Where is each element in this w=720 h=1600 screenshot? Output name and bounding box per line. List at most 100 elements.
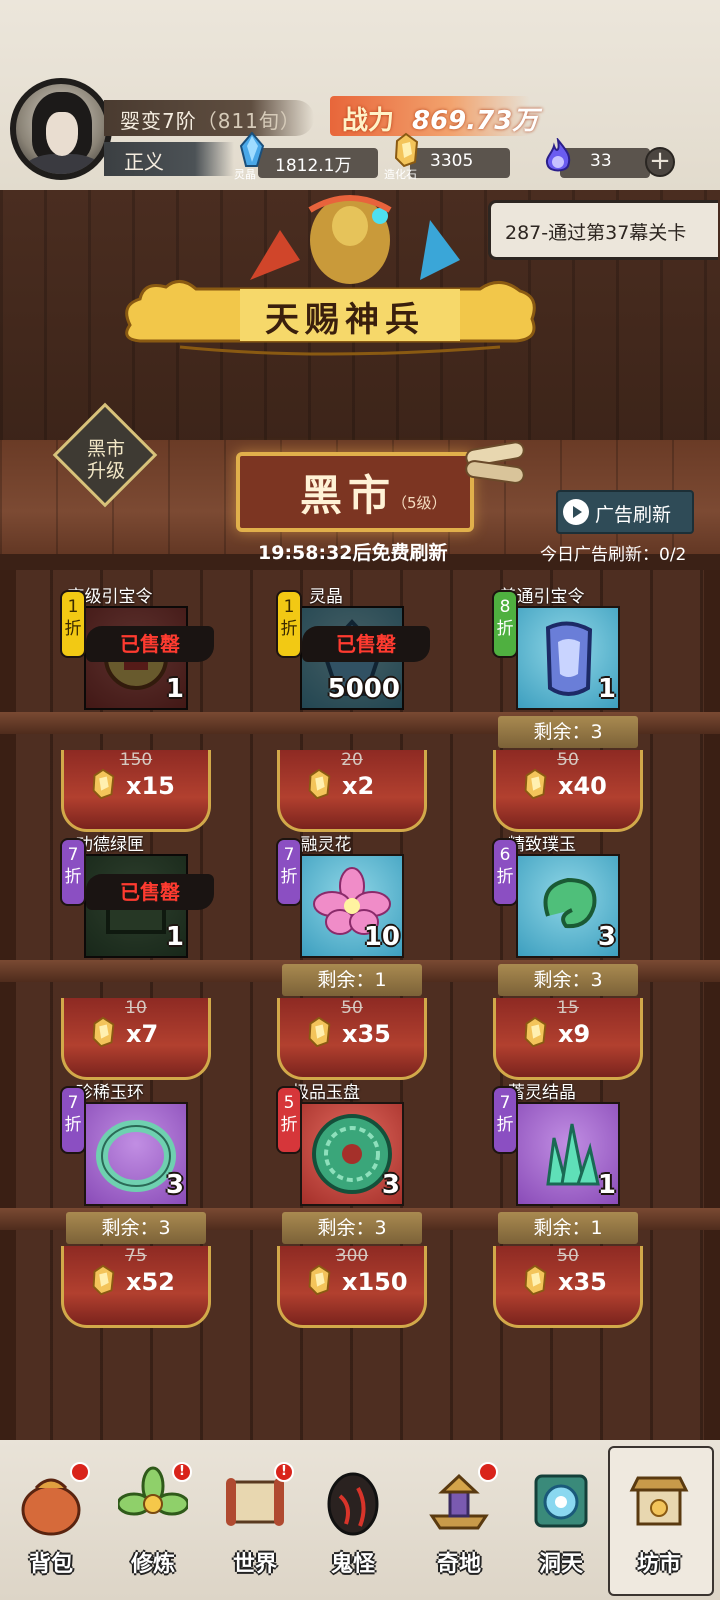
nav-label: 奇地: [436, 1551, 481, 1577]
nav-item-scroll-map[interactable]: ! 世界: [210, 1450, 300, 1590]
ad-refresh-label: 广告刷新: [595, 504, 672, 526]
remaining-stock: 剩余：3: [66, 1212, 206, 1244]
top-status-bar: 婴变7阶（811旬） 正义 战力 869.73万 灵晶 1812.1万 造化石 …: [0, 0, 720, 190]
purple-flame-value: 33: [590, 151, 612, 171]
sale-price: x35: [342, 1020, 391, 1048]
original-price: 150: [119, 750, 153, 770]
sale-price: x40: [558, 772, 607, 800]
nav-label: 洞天: [538, 1551, 583, 1577]
nav-label: 坊市: [636, 1551, 681, 1577]
quest-text: 287-通过第37幕关卡: [505, 222, 687, 244]
nav-item-lotus[interactable]: ! 修炼: [108, 1450, 198, 1590]
nav-item-portal[interactable]: 洞天: [516, 1450, 606, 1590]
item-quantity: 10: [363, 922, 400, 952]
sale-price: x2: [342, 772, 375, 800]
sold-out-label: 已售罄: [86, 626, 214, 662]
black-market-title: 黑市: [300, 471, 397, 520]
original-price: 50: [341, 998, 363, 1018]
play-icon: [563, 499, 589, 525]
combat-power-label: 战力: [342, 106, 395, 136]
sale-price: x15: [126, 772, 175, 800]
portal-icon: [534, 1474, 588, 1528]
original-price: 10: [125, 998, 147, 1018]
player-realm: 婴变7阶（811旬）: [120, 109, 301, 133]
original-price: 50: [557, 1246, 579, 1266]
creation-stone-icon: [524, 1264, 547, 1296]
creation-stone-icon: [308, 768, 331, 800]
alert-badge: !: [172, 1462, 192, 1482]
discount-badge: 1折: [60, 590, 86, 658]
player-avatar[interactable]: [10, 78, 112, 180]
shelf-pillar-left: [0, 570, 16, 1440]
discount-badge: 7折: [60, 838, 86, 906]
nav-label: 修炼: [130, 1551, 175, 1577]
combat-power-value: 869.73万: [412, 106, 539, 136]
creation-stone-icon: [394, 132, 419, 168]
remaining-stock: 剩余：1: [282, 964, 422, 996]
notification-dot: [478, 1462, 498, 1482]
player-realm-sub: （811旬）: [196, 109, 301, 133]
spirit-crystal-icon: [239, 132, 265, 167]
ghost-egg-icon: [327, 1472, 379, 1536]
original-price: 300: [335, 1246, 369, 1266]
market-upgrade-label: 黑市升级: [86, 438, 125, 482]
item-quantity: 3: [597, 922, 616, 952]
sale-price: x35: [558, 1268, 607, 1296]
market-stall-icon: [629, 1476, 689, 1526]
nav-item-pagoda[interactable]: 奇地: [414, 1450, 504, 1590]
nav-label: 背包: [28, 1551, 73, 1577]
sale-price: x9: [558, 1020, 591, 1048]
original-price: 15: [557, 998, 579, 1018]
alert-badge: !: [274, 1462, 294, 1482]
creation-stone-icon: [92, 768, 115, 800]
discount-badge: 7折: [60, 1086, 86, 1154]
creation-stone-icon: [92, 1016, 115, 1048]
add-resource-button[interactable]: +: [645, 147, 675, 177]
item-quantity: 1: [597, 674, 616, 704]
spirit-crystal-value: 1812.1万: [275, 156, 352, 176]
creation-stone-icon: [308, 1016, 331, 1048]
item-quantity: 1: [165, 922, 184, 952]
scroll-decor-icon: [465, 441, 525, 484]
nav-item-market-stall[interactable]: 坊市: [614, 1450, 704, 1590]
original-price: 20: [341, 750, 363, 770]
sold-out-label: 已售罄: [86, 874, 214, 910]
item-quantity: 3: [381, 1170, 400, 1200]
creation-stone-icon: [524, 768, 547, 800]
discount-badge: 7折: [492, 1086, 518, 1154]
item-quantity: 1: [165, 674, 184, 704]
nav-label: 鬼怪: [330, 1551, 375, 1577]
ad-refresh-count: 今日广告刷新：0/2: [540, 545, 687, 565]
nav-item-bag[interactable]: 背包: [6, 1450, 96, 1590]
sale-price: x7: [126, 1020, 159, 1048]
remaining-stock: 剩余：3: [498, 716, 638, 748]
shelf-pillar-right: [704, 570, 720, 1440]
sale-price: x150: [342, 1268, 408, 1296]
sold-out-label: 已售罄: [302, 626, 430, 662]
creation-stone-caption: 造化石: [384, 168, 417, 181]
banner-title[interactable]: 天赐神兵: [265, 292, 425, 341]
purple-flame-icon: [545, 138, 571, 172]
creation-stone-value: 3305: [430, 151, 474, 171]
item-quantity: 3: [165, 1170, 184, 1200]
discount-badge: 1折: [276, 590, 302, 658]
nav-label: 世界: [232, 1551, 277, 1577]
black-market-level: （5级）: [392, 494, 447, 512]
creation-stone-icon: [524, 1016, 547, 1048]
creation-stone-icon: [92, 1264, 115, 1296]
discount-badge: 8折: [492, 590, 518, 658]
item-quantity: 1: [597, 1170, 616, 1200]
remaining-stock: 剩余：3: [282, 1212, 422, 1244]
original-price: 75: [125, 1246, 147, 1266]
free-refresh-timer: 19:58:32后免费刷新: [258, 542, 448, 564]
remaining-stock: 剩余：1: [498, 1212, 638, 1244]
remaining-stock: 剩余：3: [498, 964, 638, 996]
item-quantity: 5000: [327, 674, 400, 704]
spirit-crystal-caption: 灵晶: [234, 168, 256, 181]
discount-badge: 7折: [276, 838, 302, 906]
discount-badge: 5折: [276, 1086, 302, 1154]
original-price: 50: [557, 750, 579, 770]
sale-price: x52: [126, 1268, 175, 1296]
nav-item-ghost-egg[interactable]: 鬼怪: [308, 1450, 398, 1590]
discount-badge: 6折: [492, 838, 518, 906]
